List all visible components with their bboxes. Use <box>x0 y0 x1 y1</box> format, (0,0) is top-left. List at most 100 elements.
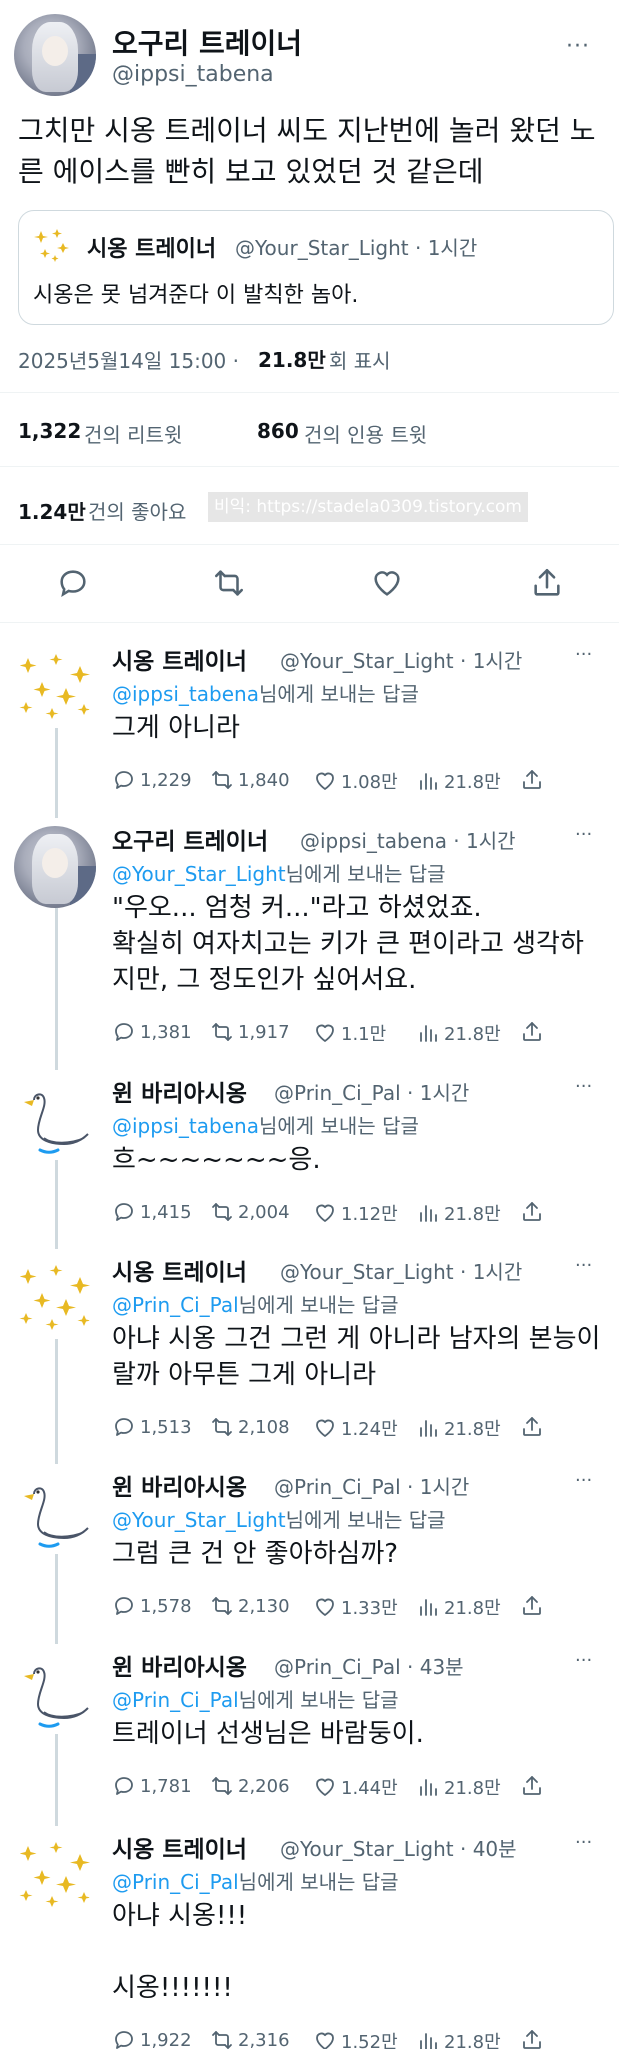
like-icon <box>316 1204 334 1222</box>
quoted-tweet[interactable]: 시옹 트레이너 @Your_Star_Light · 1시간 시옹은 못 넘겨준… <box>18 210 614 325</box>
retweet-icon[interactable] <box>212 566 246 600</box>
like-label[interactable]: 건의 좋아요 <box>88 496 186 525</box>
reply-author-name[interactable]: 윈 바리아시옹 <box>112 1074 247 1108</box>
share-button[interactable] <box>520 1020 544 1044</box>
more-icon[interactable]: ··· <box>575 1255 592 1276</box>
comment-icon[interactable] <box>56 566 90 600</box>
more-icon[interactable]: ··· <box>575 1470 592 1491</box>
reply-author-handle[interactable]: @Your_Star_Light · 1시간 <box>280 1256 522 1285</box>
retweets-count: 2,004 <box>238 1201 290 1223</box>
quote-count[interactable]: 860 <box>257 419 299 443</box>
share-button[interactable] <box>520 1774 544 1798</box>
avatar[interactable] <box>14 1652 96 1734</box>
avatar[interactable] <box>14 1257 96 1339</box>
thread-connector <box>55 1734 58 1826</box>
retweet-count-button[interactable]: 2,004 <box>210 1200 290 1224</box>
views-count-button[interactable]: 21.8만 <box>416 1774 501 1800</box>
like-count-button[interactable]: 1.1만 <box>313 1020 386 1046</box>
share-button[interactable] <box>520 1594 544 1618</box>
quote-label[interactable]: 건의 인용 트윗 <box>304 419 427 448</box>
reply-author-handle[interactable]: @ippsi_tabena · 1시간 <box>300 825 516 854</box>
avatar[interactable] <box>14 1472 96 1554</box>
share-icon[interactable] <box>530 566 564 600</box>
like-count-button[interactable]: 1.08만 <box>313 768 398 794</box>
more-icon[interactable]: ··· <box>575 1832 592 1853</box>
reply-to-line: @Your_Star_Light님에게 보내는 답글 <box>112 1504 446 1533</box>
mention-link[interactable]: @ippsi_tabena <box>112 682 259 706</box>
reply-to-line: @Prin_Ci_Pal님에게 보내는 답글 <box>112 1289 399 1318</box>
reply-author-handle[interactable]: @Your_Star_Light · 40분 <box>280 1833 517 1862</box>
like-count-button[interactable]: 1.44만 <box>313 1774 398 1800</box>
mention-link[interactable]: @Your_Star_Light <box>112 862 286 886</box>
views-count-button[interactable]: 21.8만 <box>416 768 501 794</box>
watermark: 비익: https://stadela0309.tistory.com <box>208 492 528 522</box>
like-count-button[interactable]: 1.33만 <box>313 1594 398 1620</box>
views-count-button[interactable]: 21.8만 <box>416 1200 501 1226</box>
retweet-count-button[interactable]: 2,130 <box>210 1594 290 1618</box>
reply-count-button[interactable]: 1,513 <box>112 1415 192 1439</box>
share-button[interactable] <box>520 1200 544 1224</box>
reply-author-name[interactable]: 시옹 트레이너 <box>112 1830 247 1864</box>
retweet-count-button[interactable]: 1,917 <box>210 1020 290 1044</box>
thread-connector <box>55 728 58 818</box>
reply-author-handle[interactable]: @Your_Star_Light · 1시간 <box>280 645 522 674</box>
reply-author-name[interactable]: 윈 바리아시옹 <box>112 1648 247 1682</box>
avatar[interactable] <box>14 826 96 908</box>
more-icon[interactable]: ··· <box>575 644 592 665</box>
share-button[interactable] <box>520 2028 544 2049</box>
reply-count-button[interactable]: 1,781 <box>112 1774 192 1798</box>
avatar[interactable] <box>14 1078 96 1160</box>
mention-link[interactable]: @Prin_Ci_Pal <box>112 1870 239 1894</box>
reply-author-handle[interactable]: @Prin_Ci_Pal · 1시간 <box>274 1077 469 1106</box>
reply-count-button[interactable]: 1,415 <box>112 1200 192 1224</box>
comments-count: 1,415 <box>140 1201 192 1223</box>
likes-count: 1.08만 <box>341 772 398 793</box>
mention-link[interactable]: @Prin_Ci_Pal <box>112 1688 239 1712</box>
views-count-button[interactable]: 21.8만 <box>416 1020 501 1046</box>
more-icon[interactable]: ··· <box>575 1650 592 1671</box>
more-icon[interactable]: ··· <box>575 824 592 845</box>
share-button[interactable] <box>520 768 544 792</box>
reply-author-name[interactable]: 오구리 트레이너 <box>112 822 268 856</box>
views-count-button[interactable]: 21.8만 <box>416 1415 501 1441</box>
views-count-button[interactable]: 21.8만 <box>416 2028 501 2049</box>
retweet-count-button[interactable]: 1,840 <box>210 768 290 792</box>
mention-link[interactable]: @ippsi_tabena <box>112 1114 259 1138</box>
author-name[interactable]: 오구리 트레이너 <box>112 22 302 62</box>
reply-author-handle[interactable]: @Prin_Ci_Pal · 43분 <box>274 1651 464 1680</box>
like-icon[interactable] <box>370 566 404 600</box>
avatar[interactable] <box>14 1834 96 1916</box>
reply-count-button[interactable]: 1,381 <box>112 1020 192 1044</box>
reply-text: 트레이너 선생님은 바람둥이. <box>112 1719 424 1749</box>
avatar[interactable] <box>14 14 96 96</box>
views-label: 회 표시 <box>329 349 391 373</box>
reply-author-name[interactable]: 시옹 트레이너 <box>112 642 247 676</box>
reply-author-name[interactable]: 시옹 트레이너 <box>112 1253 247 1287</box>
more-icon[interactable]: ··· <box>575 1076 592 1097</box>
sparkle-avatar-icon <box>34 229 69 262</box>
reply-count-button[interactable]: 1,229 <box>112 768 192 792</box>
views-count-button[interactable]: 21.8만 <box>416 1594 501 1620</box>
views-count: 21.8만 <box>444 1419 501 1440</box>
reply-count-button[interactable]: 1,922 <box>112 2028 192 2049</box>
like-count-button[interactable]: 1.12만 <box>313 1200 398 1226</box>
retweet-count-button[interactable]: 2,206 <box>210 1774 290 1798</box>
retweet-count-button[interactable]: 2,316 <box>210 2028 290 2049</box>
retweet-count[interactable]: 1,322 <box>18 419 81 443</box>
avatar[interactable] <box>14 646 96 728</box>
reply-author-handle[interactable]: @Prin_Ci_Pal · 1시간 <box>274 1471 469 1500</box>
more-icon[interactable]: ··· <box>566 34 590 59</box>
like-count[interactable]: 1.24만 <box>18 496 86 525</box>
views-icon <box>420 1025 437 1042</box>
reply-count-button[interactable]: 1,578 <box>112 1594 192 1618</box>
share-button[interactable] <box>520 1415 544 1439</box>
timestamp[interactable]: 2025년5월14일 15:00 · <box>18 345 239 374</box>
mention-link[interactable]: @Your_Star_Light <box>112 1508 286 1532</box>
mention-link[interactable]: @Prin_Ci_Pal <box>112 1293 239 1317</box>
author-handle[interactable]: @ippsi_tabena <box>112 62 274 87</box>
reply-author-name[interactable]: 윈 바리아시옹 <box>112 1468 247 1502</box>
like-count-button[interactable]: 1.52만 <box>313 2028 398 2049</box>
like-count-button[interactable]: 1.24만 <box>313 1415 398 1441</box>
retweet-label[interactable]: 건의 리트윗 <box>84 419 182 448</box>
retweet-count-button[interactable]: 2,108 <box>210 1415 290 1439</box>
